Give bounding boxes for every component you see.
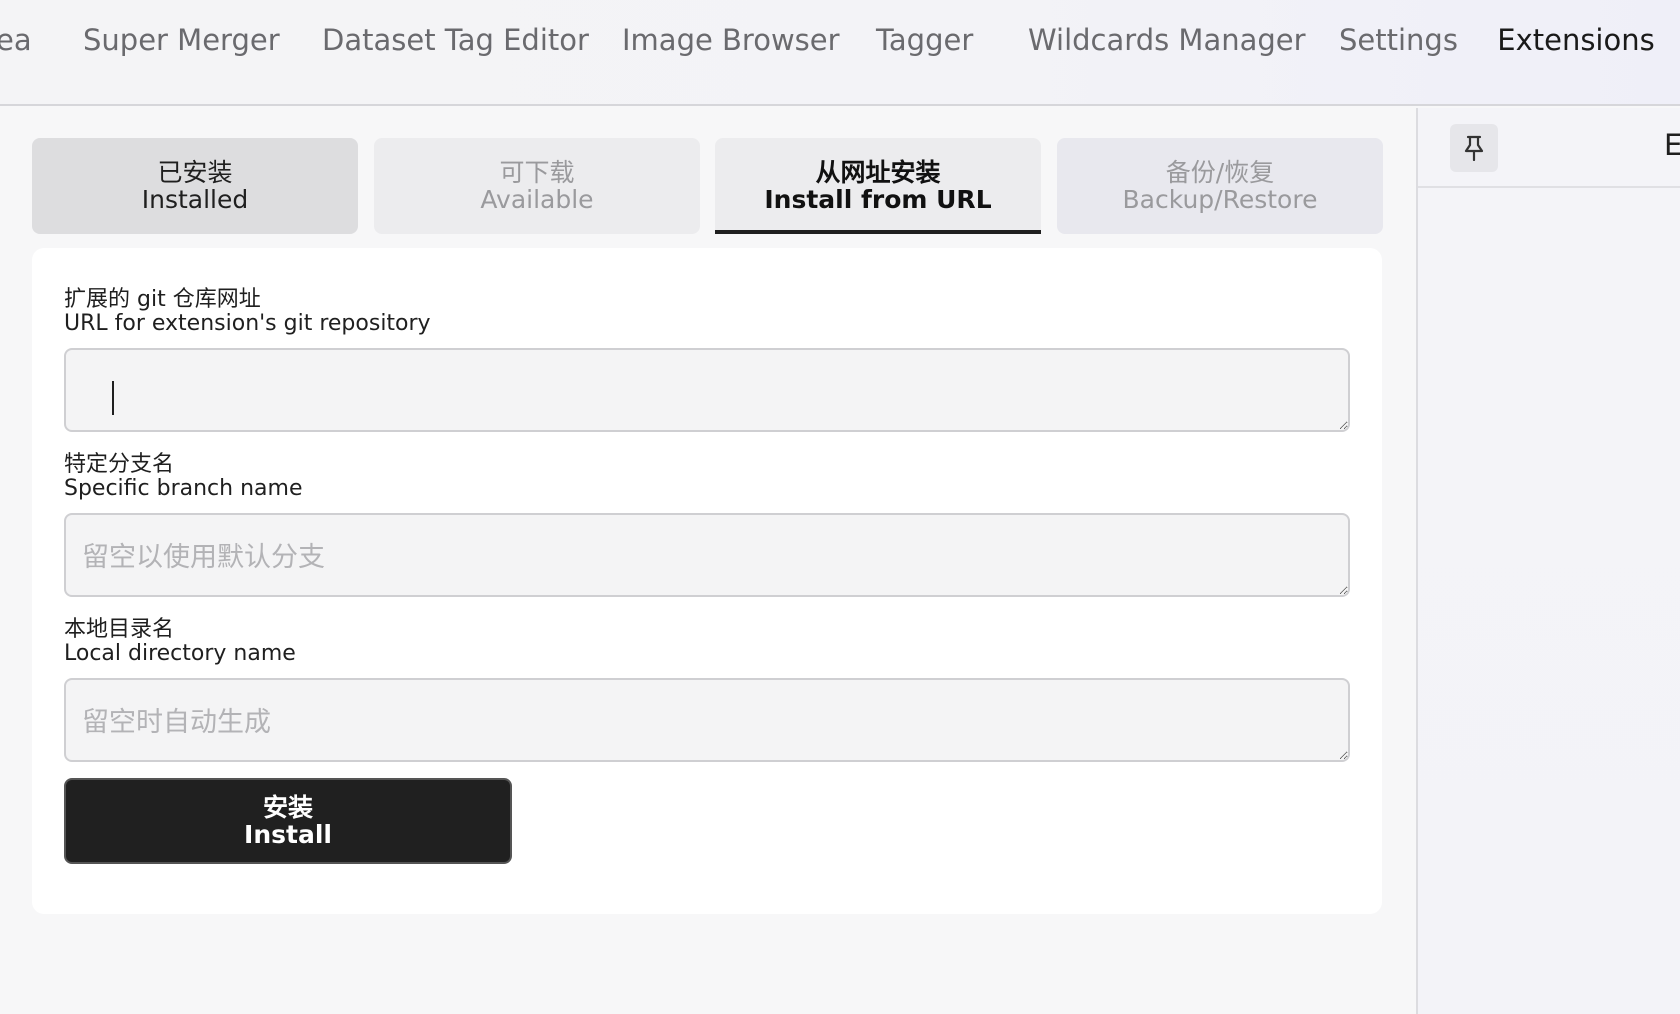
branch-label-zh: 特定分支名 [64,452,175,477]
subtab-backup-en: Backup/Restore [1122,185,1318,214]
branch-name-input[interactable] [64,513,1350,597]
install-button-en: Install [244,820,332,849]
subtab-available[interactable]: 可下载 Available [374,138,700,234]
tab-super-merger[interactable]: Super Merger [83,0,280,104]
tab-tagger[interactable]: Tagger [876,0,973,104]
install-button[interactable]: 安装 Install [64,778,512,864]
pin-button[interactable] [1450,124,1498,172]
branch-label-en: Specific branch name [64,476,303,501]
tab-image-browser[interactable]: Image Browser [622,0,840,104]
subtab-url-en: Install from URL [764,185,992,214]
git-url-input[interactable] [64,348,1350,432]
right-sidebar: E [1416,108,1680,1014]
local-dir-input[interactable] [64,678,1350,762]
branch-label: 特定分支名 Specific branch name [64,453,302,501]
tab-partial-left[interactable]: ea [0,0,32,104]
sidebar-title: E [1664,128,1680,162]
subtab-backup-restore[interactable]: 备份/恢复 Backup/Restore [1057,138,1383,234]
local-dir-label: 本地目录名 Local directory name [64,618,296,666]
subtab-install-from-url[interactable]: 从网址安装 Install from URL [715,138,1041,234]
tab-settings[interactable]: Settings [1339,0,1458,104]
git-url-label-zh: 扩展的 git 仓库网址 [64,287,261,312]
text-caret [112,381,114,415]
git-url-label-en: URL for extension's git repository [64,311,431,336]
tab-extensions[interactable]: Extensions [1484,0,1668,104]
local-dir-label-zh: 本地目录名 [64,617,175,642]
subtab-available-zh: 可下载 [499,158,575,187]
top-nav: ea Super Merger Dataset Tag Editor Image… [0,0,1680,106]
subtab-installed-zh: 已安装 [157,158,233,187]
subtab-backup-zh: 备份/恢复 [1165,158,1275,187]
local-dir-label-en: Local directory name [64,641,296,666]
tab-wildcards-manager[interactable]: Wildcards Manager [1028,0,1306,104]
tab-dataset-tag-editor[interactable]: Dataset Tag Editor [322,0,589,104]
subtab-installed-en: Installed [141,185,249,214]
sidebar-header: E [1418,108,1680,188]
extensions-main: 已安装 Installed 可下载 Available 从网址安装 Instal… [0,108,1416,1014]
git-url-label: 扩展的 git 仓库网址 URL for extension's git rep… [64,288,431,336]
subtab-available-en: Available [480,185,594,214]
install-from-url-panel: 扩展的 git 仓库网址 URL for extension's git rep… [32,248,1382,914]
subtab-url-zh: 从网址安装 [815,158,941,187]
subtab-installed[interactable]: 已安装 Installed [32,138,358,234]
pin-icon [1464,135,1484,161]
install-button-zh: 安装 [262,793,313,822]
